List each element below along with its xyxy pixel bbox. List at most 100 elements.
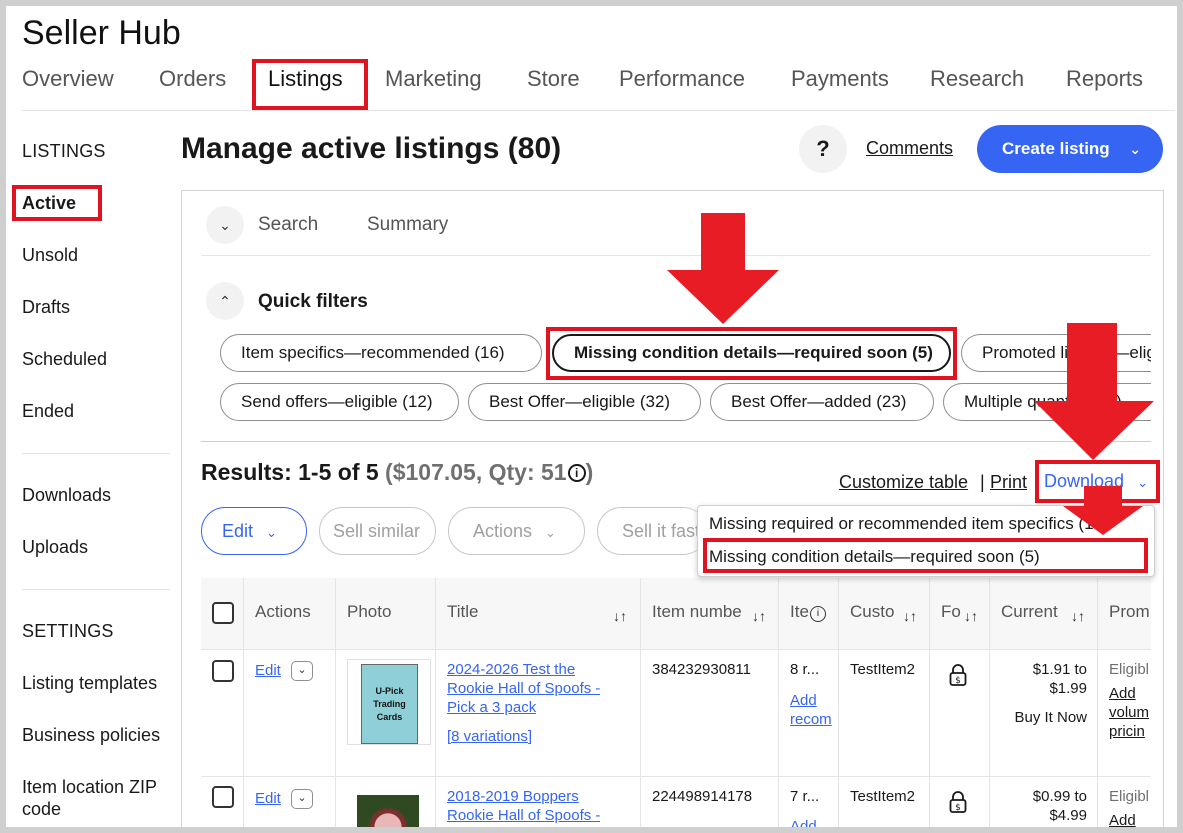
- sidebar-item-listing-templates[interactable]: Listing templates: [22, 673, 157, 694]
- download-menu-item-condition[interactable]: Missing condition details—required soon …: [709, 547, 1040, 567]
- sidebar-item-uploads[interactable]: Uploads: [22, 537, 88, 558]
- add-volume-pricing-link[interactable]: pricin: [1109, 723, 1151, 740]
- filter-best-offer-added[interactable]: Best Offer—added (23): [710, 383, 934, 421]
- add-specifics-link[interactable]: Add: [790, 692, 837, 709]
- info-icon[interactable]: i: [810, 606, 826, 622]
- nav-divider: [22, 110, 1175, 111]
- listing-title-link[interactable]: Rookie Hall of Spoofs -: [447, 807, 600, 824]
- chevron-down-icon: ⌄: [1137, 475, 1148, 490]
- sidebar-item-business-policies[interactable]: Business policies: [22, 725, 160, 746]
- chevron-down-icon: ⌄: [297, 664, 307, 676]
- row-checkbox[interactable]: [212, 786, 234, 808]
- create-listing-label: Create listing: [1002, 139, 1110, 158]
- sell-it-faster-button[interactable]: Sell it faster: [597, 507, 707, 555]
- sidebar-item-scheduled[interactable]: Scheduled: [22, 349, 107, 370]
- customize-table-link[interactable]: Customize table: [839, 472, 968, 493]
- download-menu-item-specifics[interactable]: Missing required or recommended item spe…: [709, 514, 1109, 534]
- row-actions-dropdown[interactable]: ⌄: [291, 661, 313, 681]
- add-specifics-link[interactable]: Add: [790, 818, 837, 833]
- column-header-item-number[interactable]: Item numbe: [642, 578, 745, 649]
- nav-listings[interactable]: Listings: [268, 66, 343, 92]
- sidebar-item-location-zip[interactable]: Item location ZIP: [22, 777, 157, 798]
- create-listing-button[interactable]: Create listing ⌄: [977, 125, 1163, 173]
- sell-similar-button[interactable]: Sell similar: [319, 507, 436, 555]
- sidebar-item-location-zip-line2[interactable]: code: [22, 799, 61, 820]
- filter-send-offers-eligible[interactable]: Send offers—eligible (12): [220, 383, 459, 421]
- column-divider: [335, 578, 336, 833]
- filter-item-specifics-recommended[interactable]: Item specifics—recommended (16): [220, 334, 542, 372]
- results-close-paren: ): [585, 459, 594, 485]
- nav-marketing[interactable]: Marketing: [385, 66, 482, 92]
- column-header-promoted[interactable]: Prom: [1099, 578, 1151, 649]
- add-volume-pricing-link[interactable]: volum: [1109, 704, 1151, 721]
- column-header-format[interactable]: Fo: [931, 578, 961, 649]
- help-button[interactable]: ?: [799, 125, 847, 173]
- comments-link[interactable]: Comments: [866, 138, 953, 159]
- add-specifics-link[interactable]: recom: [790, 711, 837, 728]
- filter-multiple-quantity[interactable]: Multiple quantity (23): [943, 383, 1151, 421]
- price-range: $1.91 to: [1032, 661, 1087, 678]
- filter-best-offer-eligible[interactable]: Best Offer—eligible (32): [468, 383, 701, 421]
- row-edit-link[interactable]: Edit: [255, 790, 281, 807]
- sidebar-item-active[interactable]: Active: [22, 193, 76, 214]
- expand-search-button[interactable]: ⌄: [206, 206, 244, 244]
- column-header-custom-label[interactable]: Custo: [840, 578, 898, 649]
- sort-icon[interactable]: ↓↑: [964, 608, 978, 624]
- sidebar-item-unsold[interactable]: Unsold: [22, 245, 78, 266]
- row-edit-link[interactable]: Edit: [255, 662, 281, 679]
- sort-icon[interactable]: ↓↑: [903, 608, 917, 624]
- add-volume-pricing-link[interactable]: Add: [1109, 812, 1151, 829]
- photo-card: U-Pick Trading Cards: [361, 664, 418, 744]
- chevron-down-icon: ⌄: [266, 525, 277, 540]
- nav-payments[interactable]: Payments: [791, 66, 889, 92]
- download-button[interactable]: Download ⌄: [1044, 471, 1148, 492]
- column-header-item-specifics[interactable]: Ite: [780, 578, 810, 649]
- add-volume-pricing-link[interactable]: Add: [1109, 685, 1151, 702]
- select-all-checkbox[interactable]: [212, 602, 234, 624]
- sort-icon[interactable]: ↓↑: [752, 608, 766, 624]
- sidebar-item-ended[interactable]: Ended: [22, 401, 74, 422]
- sort-icon[interactable]: ↓↑: [1071, 608, 1085, 624]
- item-number: 224498914178: [652, 788, 753, 805]
- listing-title-link[interactable]: Pick a 3 pack: [447, 699, 536, 716]
- info-icon[interactable]: i: [567, 464, 586, 482]
- nav-research[interactable]: Research: [930, 66, 1024, 92]
- sort-icon[interactable]: ↓↑: [613, 608, 627, 624]
- variations-link[interactable]: [8 variations]: [447, 728, 532, 745]
- sidebar-item-downloads[interactable]: Downloads: [22, 485, 111, 506]
- column-divider: [838, 578, 839, 833]
- column-header-current-price[interactable]: Current: [991, 578, 1071, 649]
- nav-reports[interactable]: Reports: [1066, 66, 1143, 92]
- column-divider: [640, 578, 641, 833]
- listing-photo[interactable]: U-Pick Trading Cards: [347, 659, 431, 745]
- collapse-quick-filters-button[interactable]: ⌃: [206, 282, 244, 320]
- row-divider: [201, 776, 1151, 777]
- column-divider: [435, 578, 436, 833]
- price-range: $0.99 to: [1032, 788, 1087, 805]
- listing-title-link[interactable]: 2024-2026 Test the: [447, 661, 575, 678]
- tab-summary[interactable]: Summary: [367, 214, 448, 236]
- app-title: Seller Hub: [22, 14, 181, 52]
- filters-divider: [201, 441, 1151, 442]
- filter-promoted-listings-eligible[interactable]: Promoted listings—eligible: [961, 334, 1151, 372]
- download-menu: Missing required or recommended item spe…: [697, 505, 1155, 577]
- filter-missing-condition-details[interactable]: Missing condition details—required soon …: [552, 334, 951, 372]
- sidebar-item-drafts[interactable]: Drafts: [22, 297, 70, 318]
- print-link[interactable]: Print: [990, 472, 1027, 493]
- listing-photo[interactable]: [347, 785, 431, 833]
- nav-store[interactable]: Store: [527, 66, 580, 92]
- nav-performance[interactable]: Performance: [619, 66, 745, 92]
- edit-dropdown-button[interactable]: Edit ⌄: [201, 507, 307, 555]
- nav-overview[interactable]: Overview: [22, 66, 114, 92]
- price-range: $4.99: [1049, 807, 1087, 824]
- row-actions-dropdown[interactable]: ⌄: [291, 789, 313, 809]
- nav-orders[interactable]: Orders: [159, 66, 226, 92]
- column-header-title[interactable]: Title: [437, 578, 605, 649]
- promoted-status: Eligibl: [1109, 661, 1150, 678]
- listing-title-link[interactable]: Rookie Hall of Spoofs -: [447, 680, 600, 697]
- listing-title-link[interactable]: 2018-2019 Boppers: [447, 788, 579, 805]
- row-checkbox[interactable]: [212, 660, 234, 682]
- actions-dropdown-button[interactable]: Actions ⌄: [448, 507, 585, 555]
- tabs-divider: [201, 255, 1151, 256]
- tab-search[interactable]: Search: [258, 214, 318, 236]
